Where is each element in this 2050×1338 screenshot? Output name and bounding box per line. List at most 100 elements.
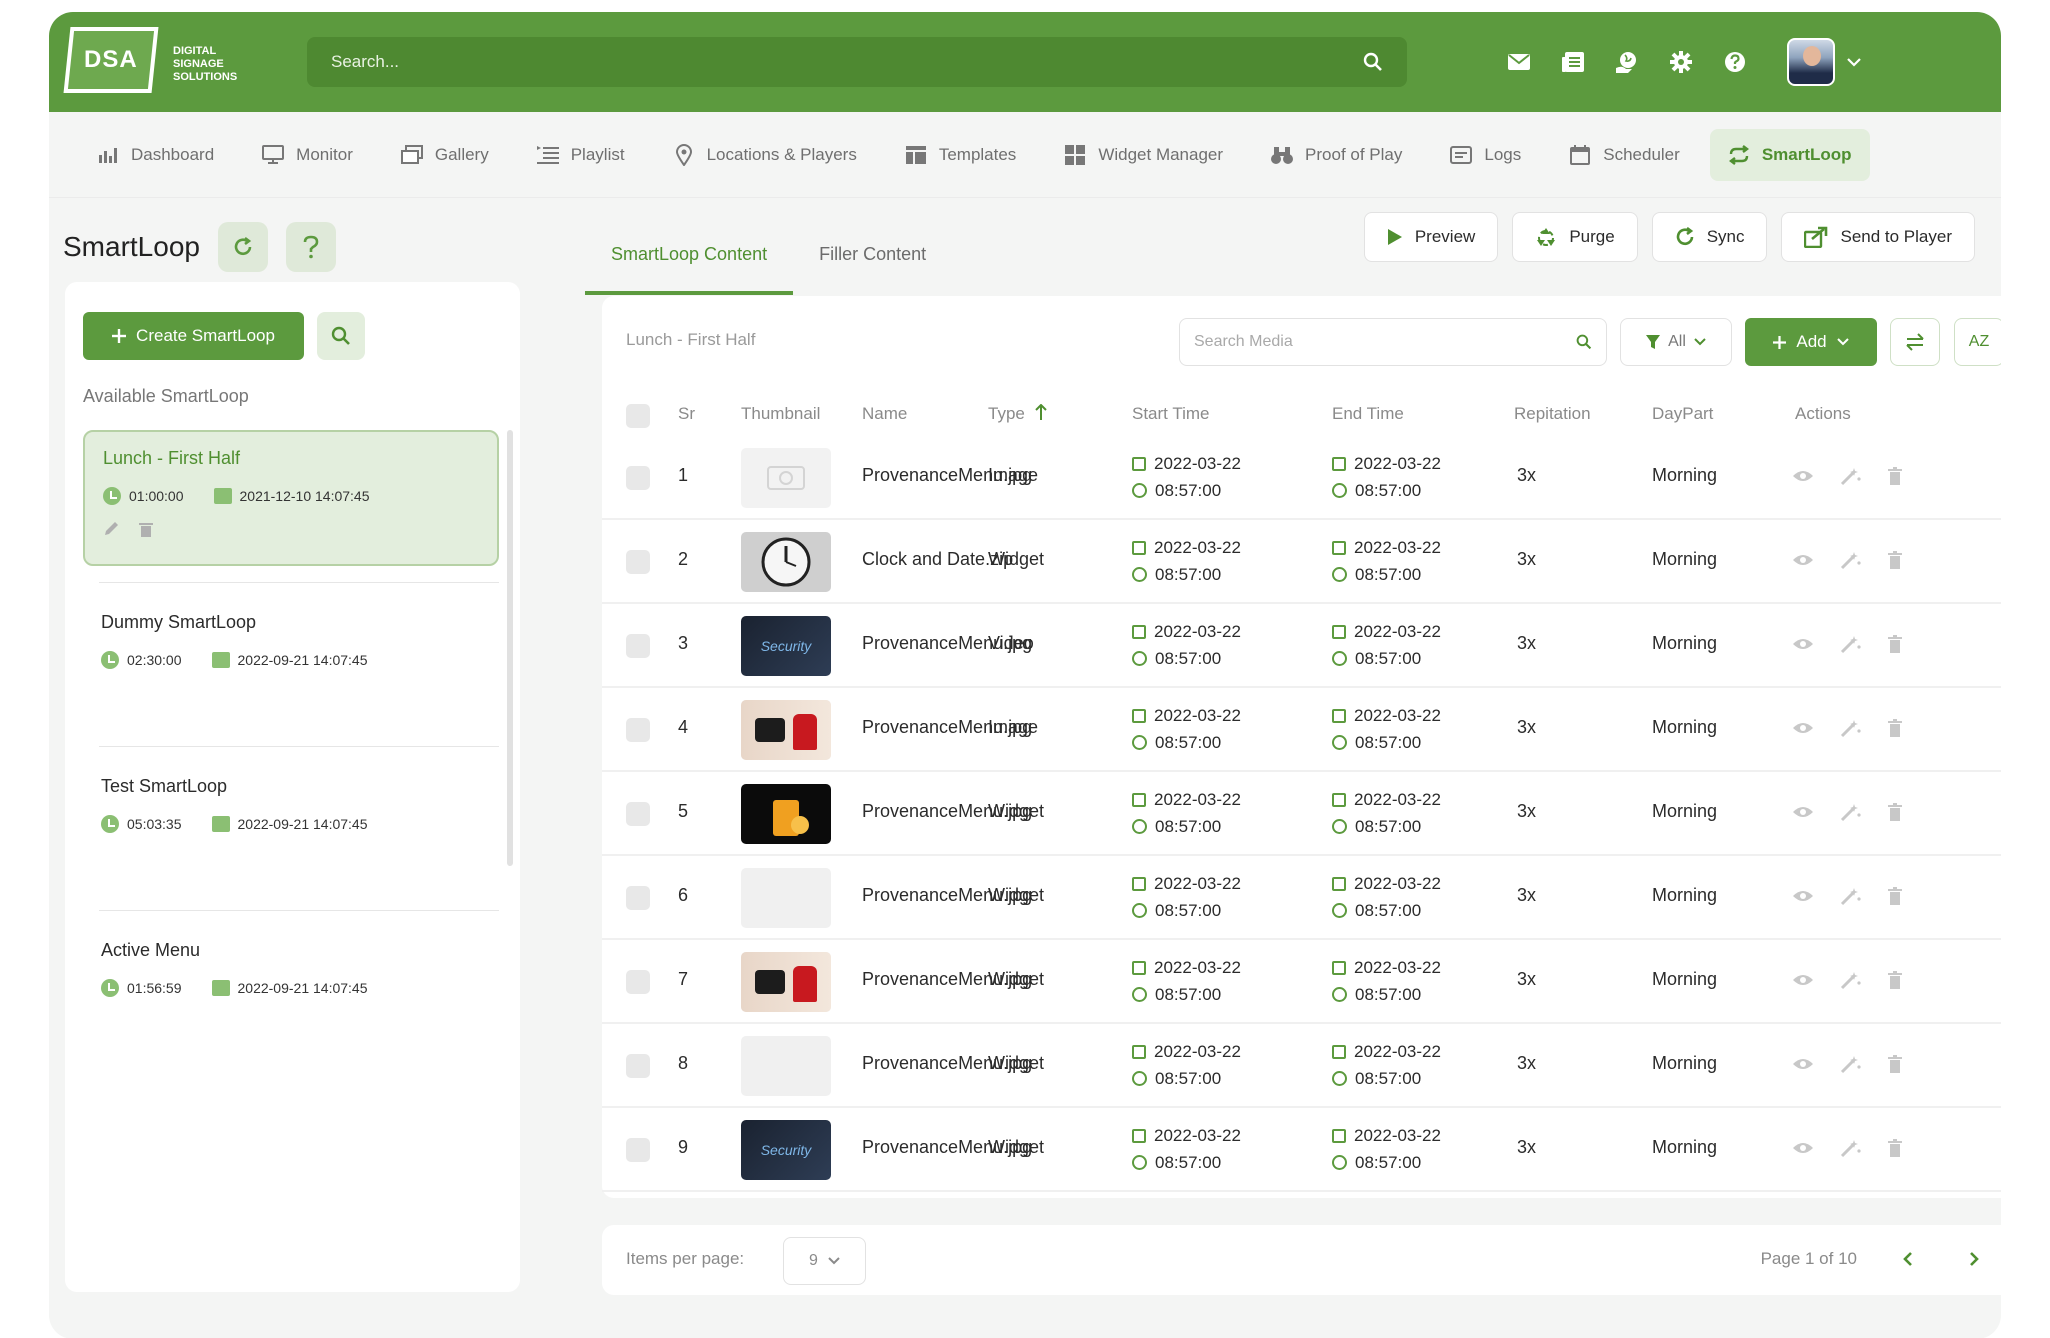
user-menu[interactable] <box>1777 38 1861 86</box>
table-row[interactable]: 9 Security ProvenanceMenu.jpg Widget 202… <box>602 1108 2001 1192</box>
trash-icon[interactable] <box>1888 1055 1902 1073</box>
table-row[interactable]: 8 ProvenanceMenu.jpg Widget 2022-03-22 0… <box>602 1024 2001 1108</box>
nav-templates[interactable]: Templates <box>887 129 1034 181</box>
trash-icon[interactable] <box>1888 467 1902 485</box>
row-thumbnail[interactable] <box>741 700 831 760</box>
nav-proof-of-play[interactable]: Proof of Play <box>1253 129 1420 181</box>
row-thumbnail[interactable] <box>741 532 831 592</box>
eye-icon[interactable] <box>1792 805 1814 819</box>
edit-icon[interactable] <box>103 521 119 537</box>
row-thumbnail[interactable] <box>741 784 831 844</box>
logo[interactable]: DSA DIGITAL SIGNAGE SOLUTIONS <box>63 19 237 105</box>
eye-icon[interactable] <box>1792 889 1814 903</box>
trash-icon[interactable] <box>1888 551 1902 569</box>
col-type-sort[interactable]: Type <box>988 404 1047 424</box>
search-icon[interactable] <box>1363 52 1383 72</box>
swap-button[interactable] <box>1890 318 1940 366</box>
nav-logs[interactable]: Logs <box>1432 129 1539 181</box>
row-thumbnail[interactable] <box>741 448 831 508</box>
col-start-time[interactable]: Start Time <box>1132 404 1209 424</box>
media-search-input[interactable]: Search Media <box>1179 318 1607 366</box>
globe-hand-icon[interactable] <box>1615 50 1639 74</box>
row-checkbox[interactable] <box>626 886 650 910</box>
mail-icon[interactable] <box>1507 50 1531 74</box>
row-thumbnail[interactable] <box>741 952 831 1012</box>
table-row[interactable]: 4 ProvenanceMenu.jpg Image 2022-03-22 08… <box>602 688 2001 772</box>
row-checkbox[interactable] <box>626 718 650 742</box>
nav-monitor[interactable]: Monitor <box>244 129 371 181</box>
row-checkbox[interactable] <box>626 1054 650 1078</box>
trash-icon[interactable] <box>1888 803 1902 821</box>
magic-edit-icon[interactable] <box>1840 550 1862 570</box>
table-row[interactable]: 7 ProvenanceMenu.jpg Widget 2022-03-22 0… <box>602 940 2001 1024</box>
prev-page-button[interactable] <box>1896 1247 1920 1271</box>
table-row[interactable]: 1 ProvenanceMenu.jpg Image 2022-03-22 08… <box>602 436 2001 520</box>
table-row[interactable]: 5 ProvenanceMenu.jpg Widget 2022-03-22 0… <box>602 772 2001 856</box>
refresh-button[interactable] <box>217 222 268 272</box>
trash-icon[interactable] <box>139 521 153 537</box>
smartloop-item[interactable]: Active Menu 01:56:59 2022-09-21 14:07:45 <box>83 924 499 1013</box>
magic-edit-icon[interactable] <box>1840 1138 1862 1158</box>
nav-smartloop[interactable]: SmartLoop <box>1709 128 1870 181</box>
nav-gallery[interactable]: Gallery <box>383 129 507 181</box>
items-per-page-select[interactable]: 9 <box>783 1237 866 1285</box>
tab-smartloop-content[interactable]: SmartLoop Content <box>585 232 794 295</box>
select-all-checkbox[interactable] <box>626 404 650 428</box>
table-row[interactable]: 6 ProvenanceMenu.jpg Widget 2022-03-22 0… <box>602 856 2001 940</box>
row-checkbox[interactable] <box>626 550 650 574</box>
preview-button[interactable]: Preview <box>1363 212 1499 262</box>
row-checkbox[interactable] <box>626 802 650 826</box>
eye-icon[interactable] <box>1792 721 1814 735</box>
eye-icon[interactable] <box>1792 1057 1814 1071</box>
table-row[interactable]: 3 Security ProvenanceMenu.jpg Video 2022… <box>602 604 2001 688</box>
table-row[interactable]: 2 Clock and Date.zip Widget 2022-03-22 0… <box>602 520 2001 604</box>
smartloop-search-button[interactable] <box>317 312 365 360</box>
magic-edit-icon[interactable] <box>1840 886 1862 906</box>
nav-dashboard[interactable]: Dashboard <box>79 129 232 181</box>
eye-icon[interactable] <box>1792 469 1814 483</box>
eye-icon[interactable] <box>1792 973 1814 987</box>
col-repitation[interactable]: Repitation <box>1514 404 1591 424</box>
eye-icon[interactable] <box>1792 637 1814 651</box>
gear-icon[interactable] <box>1669 50 1693 74</box>
nav-widget-manager[interactable]: Widget Manager <box>1046 129 1241 181</box>
type-filter-select[interactable]: All <box>1620 318 1732 366</box>
smartloop-item[interactable]: Test SmartLoop 05:03:35 2022-09-21 14:07… <box>83 760 499 849</box>
row-thumbnail[interactable]: Security <box>741 1120 831 1180</box>
nav-playlist[interactable]: Playlist <box>519 129 643 181</box>
magic-edit-icon[interactable] <box>1840 718 1862 738</box>
magic-edit-icon[interactable] <box>1840 970 1862 990</box>
row-thumbnail[interactable] <box>741 868 831 928</box>
row-checkbox[interactable] <box>626 1138 650 1162</box>
chevron-down-icon[interactable] <box>1847 57 1861 67</box>
trash-icon[interactable] <box>1888 1139 1902 1157</box>
global-search-input[interactable]: Search... <box>307 37 1407 87</box>
trash-icon[interactable] <box>1888 887 1902 905</box>
avatar[interactable] <box>1787 38 1835 86</box>
next-page-button[interactable] <box>1962 1247 1986 1271</box>
help-button[interactable] <box>285 222 336 272</box>
magic-edit-icon[interactable] <box>1840 1054 1862 1074</box>
send-to-player-button[interactable]: Send to Player <box>1781 212 1975 262</box>
create-smartloop-button[interactable]: Create SmartLoop <box>83 312 304 360</box>
row-checkbox[interactable] <box>626 634 650 658</box>
help-icon[interactable] <box>1723 50 1747 74</box>
eye-icon[interactable] <box>1792 553 1814 567</box>
trash-icon[interactable] <box>1888 971 1902 989</box>
row-checkbox[interactable] <box>626 466 650 490</box>
list-scrollbar[interactable] <box>507 430 513 866</box>
magic-edit-icon[interactable] <box>1840 802 1862 822</box>
row-thumbnail[interactable] <box>741 1036 831 1096</box>
add-media-button[interactable]: Add <box>1745 318 1877 366</box>
sync-button[interactable]: Sync <box>1651 212 1768 262</box>
smartloop-item[interactable]: Dummy SmartLoop 02:30:00 2022-09-21 14:0… <box>83 596 499 685</box>
trash-icon[interactable] <box>1888 719 1902 737</box>
nav-scheduler[interactable]: Scheduler <box>1551 129 1698 181</box>
trash-icon[interactable] <box>1888 635 1902 653</box>
magic-edit-icon[interactable] <box>1840 634 1862 654</box>
col-end-time[interactable]: End Time <box>1332 404 1404 424</box>
eye-icon[interactable] <box>1792 1141 1814 1155</box>
row-checkbox[interactable] <box>626 970 650 994</box>
nav-locations[interactable]: Locations & Players <box>655 129 875 181</box>
magic-edit-icon[interactable] <box>1840 466 1862 486</box>
